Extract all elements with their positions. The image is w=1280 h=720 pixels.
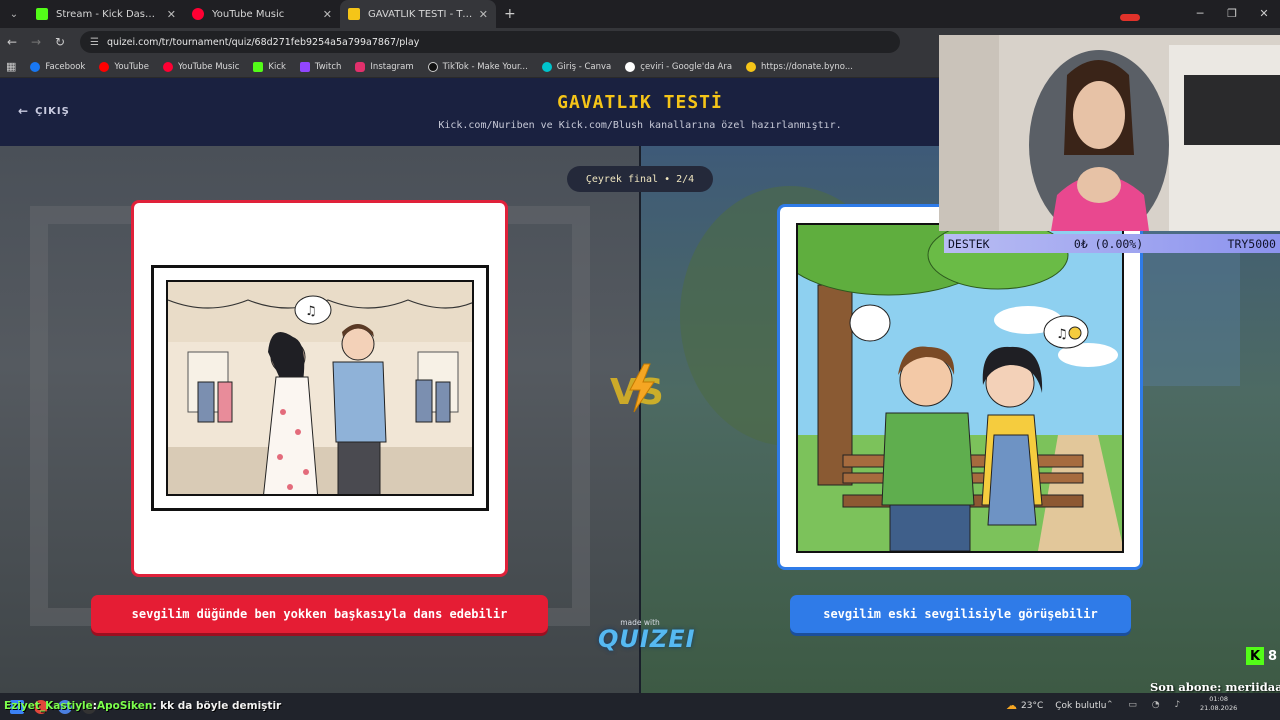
- donation-amount: 0₺ (0.00%): [1073, 236, 1144, 251]
- url-text: quizei.com/tr/tournament/quiz/68d271feb9…: [106, 36, 420, 48]
- svg-text:♫: ♫: [1056, 327, 1068, 342]
- bookmark-label: TikTok - Make Your...: [442, 61, 528, 72]
- made-with-quizei[interactable]: made with QUIZEI: [598, 618, 696, 653]
- svg-text:♫: ♫: [305, 304, 317, 319]
- bookmark-google[interactable]: çeviri - Google'da Ara: [625, 61, 733, 72]
- kick-icon: [36, 8, 48, 20]
- clock-time: 01:08: [1209, 695, 1228, 703]
- kick-icon: [253, 61, 264, 72]
- close-icon[interactable]: ✕: [479, 8, 488, 21]
- youtube-icon: [99, 61, 110, 72]
- tab-label: GAVATLIK TESTİ - Tier List, Kör: [368, 8, 473, 20]
- bookmark-facebook[interactable]: Facebook: [30, 61, 86, 72]
- wedding-illustration: ♫: [168, 282, 472, 494]
- quiz-title: GAVATLIK TESTİ: [557, 92, 723, 113]
- exit-button[interactable]: ← ÇIKIŞ: [18, 104, 70, 118]
- kick-icon: K: [1246, 647, 1264, 665]
- new-tab-button[interactable]: +: [504, 6, 516, 22]
- forward-icon[interactable]: →: [24, 35, 48, 49]
- facebook-icon: [30, 61, 41, 72]
- tab-gavatlik-testi[interactable]: GAVATLIK TESTİ - Tier List, Kör ✕: [340, 0, 496, 28]
- recording-indicator: [1120, 14, 1140, 21]
- site-settings-icon[interactable]: ☰: [90, 37, 99, 48]
- tab-kick-dashboard[interactable]: Stream - Kick Dashboard ✕: [28, 0, 184, 28]
- system-clock[interactable]: 01:08 21.08.2026: [1200, 695, 1237, 713]
- bookmark-label: Twitch: [314, 61, 342, 72]
- tab-label: YouTube Music: [212, 8, 285, 20]
- donation-goal-bar: DESTEK 0₺ (0.00%) TRY5000: [944, 234, 1280, 253]
- weather-description: Çok bulutlu: [1055, 700, 1107, 711]
- bookmark-label: Facebook: [45, 61, 86, 72]
- instagram-icon: [355, 61, 366, 72]
- quizei-logo: QUIZEI: [598, 625, 696, 653]
- vs-lightning-icon: VS: [610, 363, 664, 413]
- reload-icon[interactable]: ↻: [48, 35, 72, 49]
- tab-label: Stream - Kick Dashboard: [56, 8, 161, 20]
- bookmark-twitch[interactable]: Twitch: [299, 61, 342, 72]
- tab-search-icon[interactable]: ⌄: [0, 0, 28, 28]
- system-tray[interactable]: ⌃ ▭ ◔ ♪: [1106, 700, 1186, 710]
- bookmark-label: çeviri - Google'da Ara: [640, 61, 733, 72]
- bookmark-label: Instagram: [370, 61, 414, 72]
- browser-tab-bar: ⌄ Stream - Kick Dashboard ✕ YouTube Musi…: [0, 0, 1280, 28]
- arrow-left-icon: ←: [18, 104, 30, 118]
- close-window-icon[interactable]: ✕: [1248, 0, 1280, 28]
- bookmark-canva[interactable]: Giriş - Canva: [541, 61, 612, 72]
- url-input[interactable]: ☰ quizei.com/tr/tournament/quiz/68d271fe…: [80, 31, 900, 53]
- option-card-right[interactable]: ♫: [777, 204, 1143, 570]
- temperature: 23°C: [1021, 700, 1044, 711]
- youtube-music-icon: [192, 8, 204, 20]
- option-button-left[interactable]: sevgilim düğünde ben yokken başkasıyla d…: [91, 595, 548, 633]
- bookmark-youtube-music[interactable]: YouTube Music: [162, 61, 240, 72]
- twitch-icon: [299, 61, 310, 72]
- window-controls: ─ ❐ ✕: [1184, 0, 1280, 28]
- park-ex-image: ♫: [796, 223, 1124, 553]
- bookmark-label: YouTube Music: [177, 61, 240, 72]
- bookmark-kick[interactable]: Kick: [253, 61, 286, 72]
- bookmark-tiktok[interactable]: TikTok - Make Your...: [427, 61, 528, 72]
- cloud-icon: ☁: [1006, 699, 1017, 712]
- minimize-icon[interactable]: ─: [1184, 0, 1216, 28]
- close-icon[interactable]: ✕: [323, 8, 332, 21]
- park-illustration: ♫: [798, 225, 1122, 551]
- exit-label: ÇIKIŞ: [35, 105, 70, 117]
- donation-goal: TRY5000: [1227, 236, 1276, 251]
- bookmark-label: YouTube: [114, 61, 149, 72]
- bookmark-youtube[interactable]: YouTube: [99, 61, 149, 72]
- wedding-dance-image: ♫: [151, 265, 489, 511]
- donation-label: DESTEK: [948, 236, 990, 251]
- chat-username: Eziyet_Kastiyle: [4, 700, 93, 712]
- clock-date: 21.08.2026: [1200, 704, 1238, 712]
- chat-message: : kk da böyle demiştir: [152, 700, 282, 712]
- bookmark-label: Giriş - Canva: [556, 61, 612, 72]
- bookmark-donate[interactable]: https://donate.byno...: [746, 61, 853, 72]
- bookmark-instagram[interactable]: Instagram: [355, 61, 414, 72]
- quiz-subtitle: Kick.com/Nuriben ve Kick.com/Blush kanal…: [438, 120, 842, 131]
- option-card-left[interactable]: ♫: [131, 200, 508, 577]
- back-icon[interactable]: ←: [0, 35, 24, 49]
- last-subscriber: Son abone: meriidaa: [1150, 680, 1280, 694]
- close-icon[interactable]: ✕: [167, 8, 176, 21]
- option-button-right[interactable]: sevgilim eski sevgilisiyle görüşebilir: [790, 595, 1131, 633]
- tab-youtube-music[interactable]: YouTube Music ✕: [184, 0, 340, 28]
- youtube-music-icon: [162, 61, 173, 72]
- chat-message-overlay: Eziyet_Kastiyle:ApoSiken: kk da böyle de…: [4, 700, 281, 712]
- bookmark-label: Kick: [268, 61, 286, 72]
- viewer-count: 8: [1268, 648, 1278, 664]
- quizei-icon: [348, 8, 360, 20]
- center-divider: [639, 146, 641, 693]
- tiktok-icon: [427, 61, 438, 72]
- canva-icon: [541, 61, 552, 72]
- google-icon: [625, 61, 636, 72]
- restore-icon[interactable]: ❐: [1216, 0, 1248, 28]
- round-indicator: Çeyrek final • 2/4: [567, 166, 713, 192]
- donate-icon: [746, 61, 757, 72]
- kick-viewer-badge: K 8: [1246, 646, 1280, 666]
- webcam-feed: [939, 35, 1280, 231]
- bookmark-label: https://donate.byno...: [761, 61, 853, 72]
- apps-grid-icon[interactable]: ▦: [6, 60, 16, 73]
- chat-username-2: ApoSiken: [96, 700, 153, 712]
- weather-widget[interactable]: ☁ 23°C Çok bulutlu: [1006, 699, 1106, 712]
- webcam-overlay: [939, 35, 1280, 231]
